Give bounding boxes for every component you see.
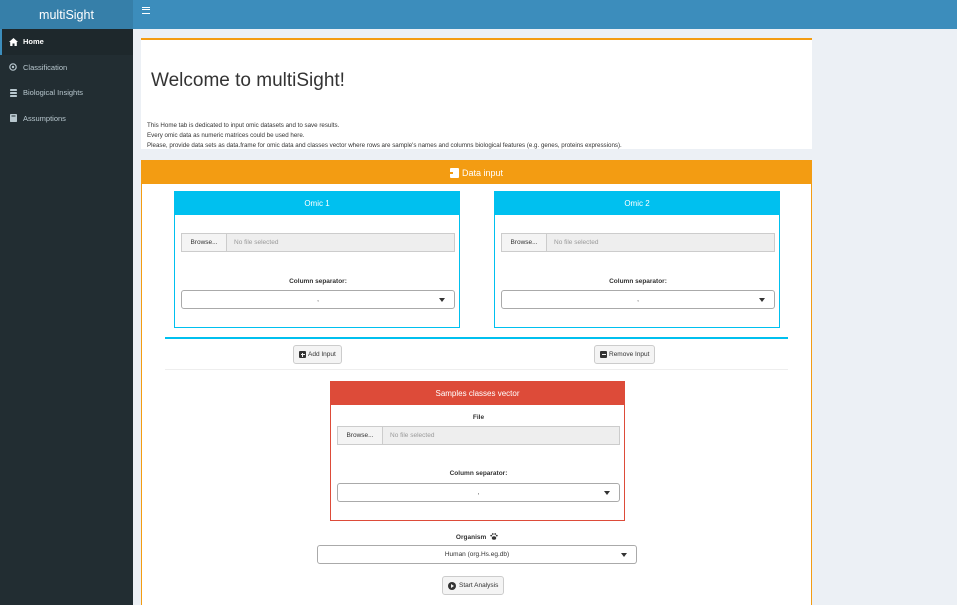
omic-2-separator-select[interactable]: , <box>501 290 775 309</box>
minus-square-icon <box>600 351 607 358</box>
omic-2-box: Omic 2 Browse... No file selected Column… <box>494 191 780 328</box>
database-icon <box>8 88 18 97</box>
welcome-box: Welcome to multiSight! This Home tab is … <box>141 38 812 149</box>
paw-icon <box>490 533 498 542</box>
data-input-title: Data input <box>461 167 504 178</box>
sidebar-item-home[interactable]: Home <box>0 29 133 55</box>
plus-square-icon <box>299 351 306 358</box>
sidebar-item-label: Assumptions <box>23 113 66 123</box>
omic-1-file-input[interactable]: Browse... No file selected <box>181 233 455 252</box>
omic-1-separator-select[interactable]: , <box>181 290 455 309</box>
sidebar-item-classification[interactable]: Classification <box>0 55 133 81</box>
remove-input-label: Remove Input <box>609 351 650 358</box>
omic-2-title: Omic 2 <box>495 192 779 215</box>
play-circle-icon <box>448 581 456 590</box>
omic-2-file-input[interactable]: Browse... No file selected <box>501 233 775 252</box>
column-separator-label: Column separator: <box>449 470 508 477</box>
book-icon <box>8 114 18 123</box>
welcome-text: This Home tab is dedicated to input omic… <box>147 121 622 151</box>
column-separator-label: Column separator: <box>289 278 347 285</box>
welcome-line: Please, provide data sets as data.frame … <box>147 142 622 149</box>
welcome-line: Every omic data as numeric matrices coul… <box>147 132 305 139</box>
target-icon <box>8 63 18 72</box>
main-content: Welcome to multiSight! This Home tab is … <box>133 29 957 605</box>
start-analysis-button[interactable]: Start Analysis <box>442 576 505 595</box>
app-logo[interactable]: multiSight <box>0 0 133 29</box>
samples-classes-title: Samples classes vector <box>331 382 624 405</box>
divider <box>165 369 788 370</box>
file-import-icon <box>447 167 459 178</box>
classes-file-input[interactable]: Browse... No file selected <box>337 426 620 445</box>
remove-input-button[interactable]: Remove Input <box>594 345 656 364</box>
add-input-label: Add Input <box>308 351 336 358</box>
organism-select[interactable]: Human (org.Hs.eg.db) <box>317 545 637 564</box>
selected-value: , <box>637 296 639 303</box>
sidebar-item-biological-insights[interactable]: Biological Insights <box>0 80 133 106</box>
app-title: multiSight <box>39 7 94 22</box>
add-input-button[interactable]: Add Input <box>293 345 342 364</box>
selected-value: Human (org.Hs.eg.db) <box>444 551 510 558</box>
column-separator-label: Column separator: <box>609 278 667 285</box>
browse-button[interactable]: Browse... <box>502 234 547 251</box>
omic-1-box: Omic 1 Browse... No file selected Column… <box>174 191 460 328</box>
samples-classes-box: Samples classes vector File Browse... No… <box>330 381 625 521</box>
file-name-display: No file selected <box>383 427 619 444</box>
data-input-box: Data input Omic 1 Browse... No file sele… <box>141 160 812 605</box>
caret-down-icon <box>759 298 765 302</box>
sidebar-item-label: Biological Insights <box>23 88 84 98</box>
top-navbar <box>133 0 957 29</box>
organism-label: Organism <box>317 533 637 542</box>
file-name-display: No file selected <box>547 234 774 251</box>
caret-down-icon <box>439 298 445 302</box>
data-input-header: Data input <box>142 161 811 184</box>
caret-down-icon <box>604 491 610 495</box>
browse-button[interactable]: Browse... <box>338 427 383 444</box>
start-analysis-label: Start Analysis <box>459 582 499 589</box>
file-label: File <box>472 414 485 421</box>
selected-value: , <box>317 296 319 303</box>
divider <box>165 337 788 339</box>
sidebar-item-label: Home <box>23 37 44 47</box>
sidebar: Home Classification Biological Insights … <box>0 29 133 605</box>
file-name-display: No file selected <box>227 234 454 251</box>
page-title: Welcome to multiSight! <box>151 70 345 91</box>
sidebar-toggle-icon[interactable] <box>142 7 150 14</box>
welcome-line: This Home tab is dedicated to input omic… <box>147 122 340 129</box>
caret-down-icon <box>621 553 627 557</box>
home-icon <box>8 37 18 46</box>
organism-label-text: Organism <box>455 534 487 542</box>
omic-1-title: Omic 1 <box>175 192 459 215</box>
selected-value: , <box>477 489 480 496</box>
classes-separator-select[interactable]: , <box>337 483 620 502</box>
sidebar-item-assumptions[interactable]: Assumptions <box>0 106 133 132</box>
browse-button[interactable]: Browse... <box>182 234 227 251</box>
sidebar-item-label: Classification <box>23 62 68 72</box>
